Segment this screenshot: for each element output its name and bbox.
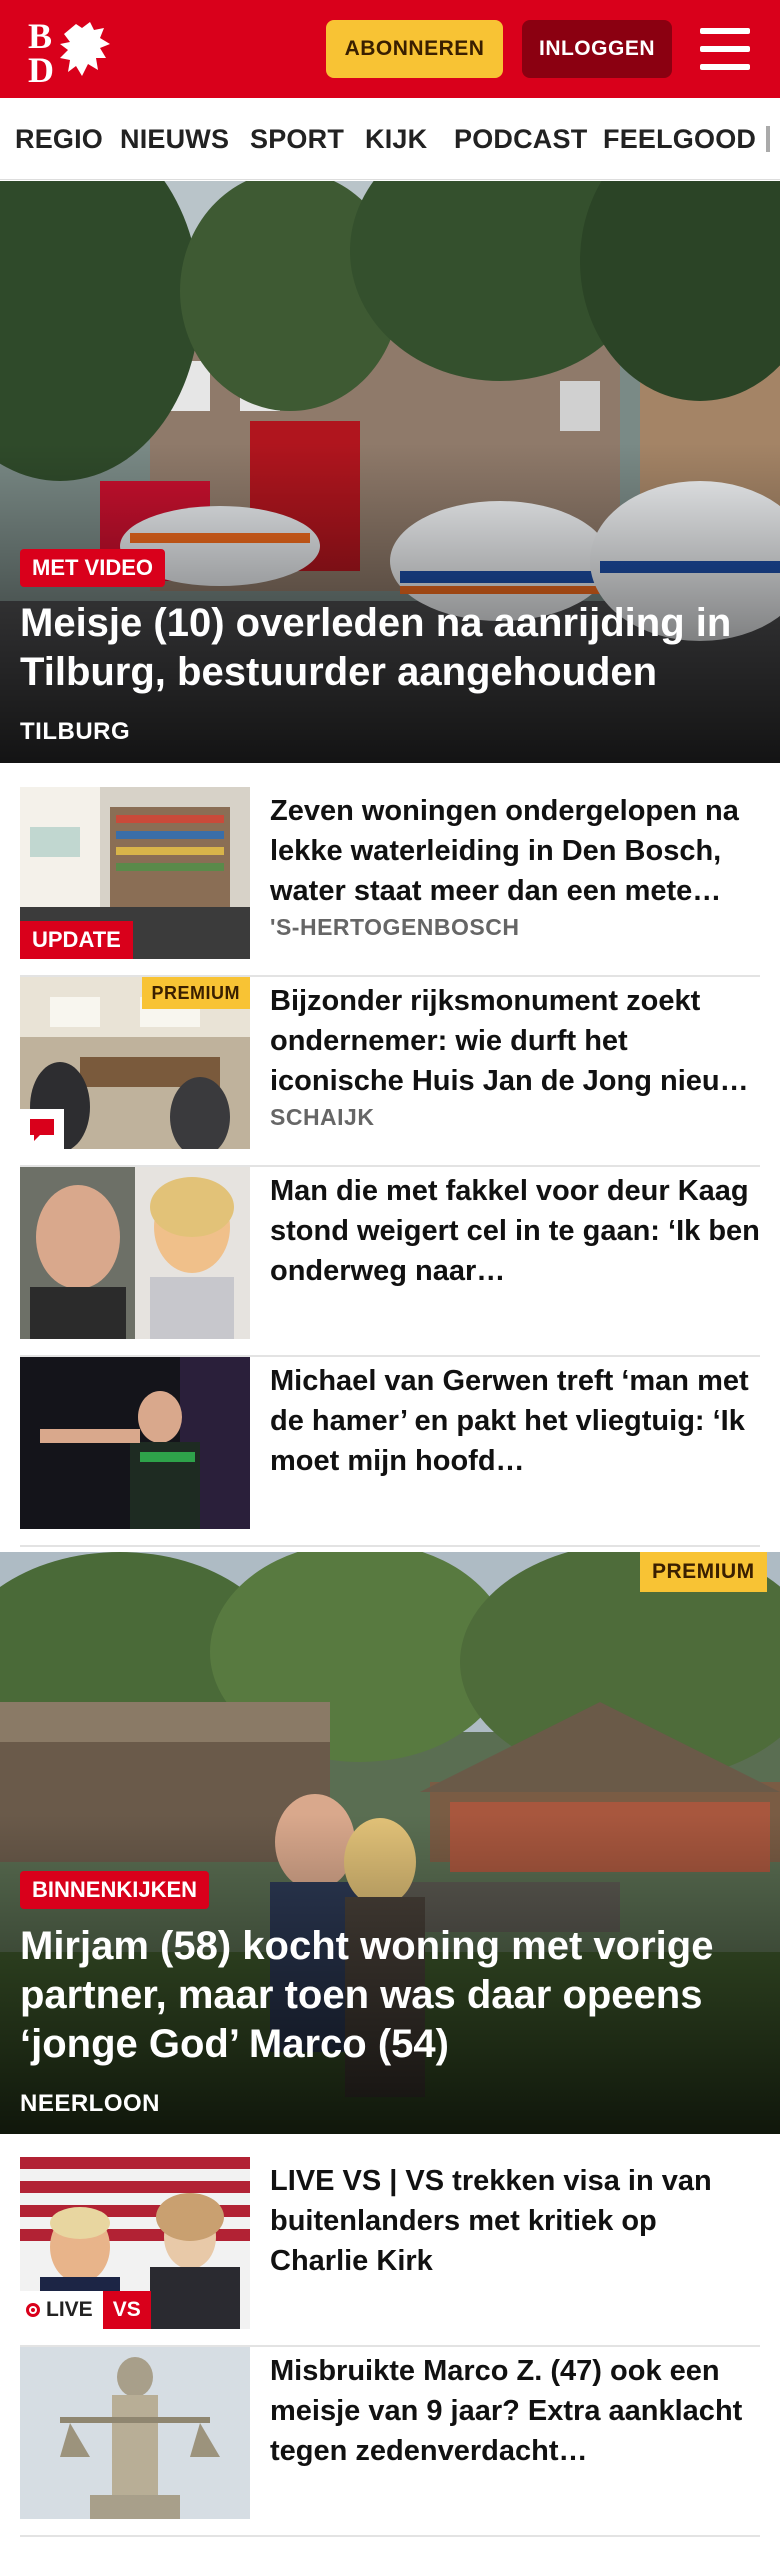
article-title[interactable]: Bijzonder rijksmonument zoekt ondernemer… (270, 981, 760, 1101)
article-title[interactable]: LIVE VS | VS trekken visa in van buitenl… (270, 2161, 760, 2281)
list-item[interactable]: Michael van Gerwen treft ‘man met de ham… (20, 1357, 760, 1547)
live-label: LIVE (46, 2298, 93, 2321)
update-tag: UPDATE (20, 921, 133, 959)
video-tag: MET VIDEO (20, 549, 166, 587)
bd-logo[interactable]: B D (24, 14, 116, 86)
live-dot-icon (26, 2303, 40, 2317)
hero-article[interactable]: PREMIUM BINNENKIJKEN Mirjam (58) kocht w… (0, 1552, 780, 2134)
hero-title[interactable]: Meisje (10) overleden na aanrijding in T… (20, 599, 760, 697)
nav-item-nieuws[interactable]: NIEUWS (120, 98, 229, 179)
section-nav: REGIO NIEUWS SPORT KIJK PODCAST FEELGOOD (0, 98, 780, 180)
hero-place: NEERLOON (20, 2090, 161, 2117)
article-title[interactable]: Zeven woningen ondergelopen na lekke wat… (270, 791, 760, 911)
svg-text:D: D (28, 50, 54, 86)
article-title[interactable]: Man die met fakkel voor deur Kaag stond … (270, 1171, 760, 1291)
nav-overflow-hint (766, 126, 770, 152)
list-item[interactable]: PREMIUM Bijzonder rijksmonument zoekt on… (20, 977, 760, 1167)
list-item[interactable]: UPDATE Zeven woningen ondergelopen na le… (20, 787, 760, 977)
article-thumbnail (20, 1167, 250, 1339)
article-title[interactable]: Misbruikte Marco Z. (47) ook een meisje … (270, 2351, 760, 2471)
article-thumbnail: UPDATE (20, 787, 250, 959)
article-title[interactable]: Michael van Gerwen treft ‘man met de ham… (270, 1361, 760, 1481)
hero-title[interactable]: Mirjam (58) kocht woning met vorige part… (20, 1922, 760, 2069)
nav-item-regio[interactable]: REGIO (15, 98, 103, 179)
article-place: 'S-HERTOGENBOSCH (270, 914, 520, 940)
live-badge: LIVE VS (20, 2291, 151, 2329)
subscribe-button[interactable]: ABONNEREN (326, 20, 503, 78)
hero-article[interactable]: MET VIDEO Meisje (10) overleden na aanri… (0, 181, 780, 763)
article-thumbnail: PREMIUM (20, 977, 250, 1149)
article-thumbnail (20, 1357, 250, 1529)
comment-icon (20, 1109, 64, 1149)
hamburger-menu-icon[interactable] (700, 28, 750, 70)
nav-item-feelgood[interactable]: FEELGOOD (603, 98, 756, 179)
nav-item-kijk[interactable]: KIJK (365, 98, 427, 179)
premium-badge: PREMIUM (640, 1552, 767, 1592)
top-bar: B D ABONNEREN INLOGGEN (0, 0, 780, 98)
list-item[interactable]: LIVE VS LIVE VS | VS trekken visa in van… (20, 2157, 760, 2347)
article-place: SCHAIJK (270, 1104, 375, 1130)
nav-item-sport[interactable]: SPORT (250, 98, 344, 179)
list-item[interactable]: Man die met fakkel voor deur Kaag stond … (20, 1167, 760, 1357)
category-tag: BINNENKIJKEN (20, 1871, 210, 1909)
premium-badge: PREMIUM (141, 977, 250, 1009)
article-thumbnail (20, 2347, 250, 2519)
login-button[interactable]: INLOGGEN (522, 20, 672, 78)
article-thumbnail: LIVE VS (20, 2157, 250, 2329)
list-item[interactable]: Misbruikte Marco Z. (47) ook een meisje … (20, 2347, 760, 2537)
live-topic: VS (102, 2291, 151, 2329)
hero-place: TILBURG (20, 718, 131, 745)
nav-item-podcast[interactable]: PODCAST (454, 98, 587, 179)
